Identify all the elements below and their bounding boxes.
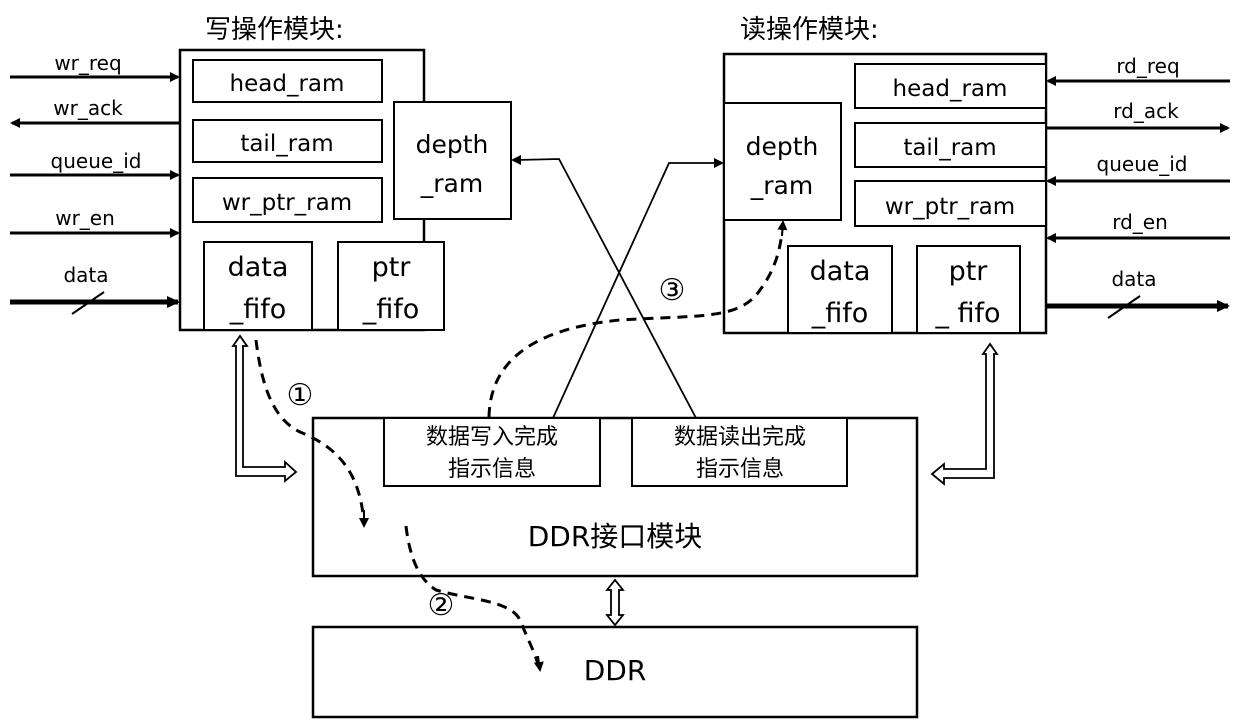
rd-queue-id-label: queue_id: [1097, 152, 1188, 176]
write-depth-ram-label-1: depth: [416, 130, 489, 159]
diagram-canvas: 写操作模块: head_ram tail_ram wr_ptr_ram dept…: [10, 15, 1230, 719]
wr-req-label: wr_req: [54, 51, 121, 75]
ddr-interface-ddr-hollow-arrow: [605, 578, 625, 627]
rd-ack-label: rd_ack: [1113, 99, 1179, 123]
step3-label: ③: [659, 273, 686, 308]
write-data-fifo-label-2: _fifo: [229, 294, 287, 325]
read-ptr-fifo-label-2: _ fifo: [934, 298, 1000, 329]
read-wr-ptr-ram-label: wr_ptr_ram: [885, 194, 1015, 220]
step1-label: ①: [287, 378, 314, 413]
write-ptr-fifo-label-1: ptr: [372, 252, 412, 283]
ddr-interface-title: DDR接口模块: [528, 520, 703, 553]
read-done-info-label-1: 数据读出完成: [674, 425, 806, 450]
rd-data-label: data: [1111, 267, 1156, 291]
write-done-info-label-1: 数据写入完成: [426, 425, 558, 450]
read-signals: rd_req rd_ack queue_id rd_en data: [1046, 54, 1230, 319]
write-depth-ram-block: [393, 101, 512, 220]
read-head-ram-label: head_ram: [893, 76, 1008, 102]
rd-en-label: rd_en: [1112, 210, 1168, 234]
write-head-ram-label: head_ram: [230, 71, 345, 97]
read-depth-ram-label-2: _ram: [750, 171, 813, 200]
read-module-title: 读操作模块:: [740, 15, 879, 45]
write-wr-ptr-ram-label: wr_ptr_ram: [222, 190, 352, 216]
read-depth-ram-block: [723, 102, 842, 221]
read-tail-ram-label: tail_ram: [903, 135, 996, 161]
read-data-fifo-label-1: data: [810, 256, 871, 287]
rd-req-label: rd_req: [1116, 54, 1179, 78]
step3-arrowhead: [777, 220, 788, 237]
write-module-title: 写操作模块:: [205, 15, 344, 45]
read-module-ddr-hollow-arrow: [930, 342, 999, 486]
read-depth-ram-label-1: depth: [746, 132, 819, 161]
read-done-info-label-2: 指示信息: [696, 457, 784, 482]
write-done-info-label-2: 指示信息: [448, 457, 536, 482]
wr-en-label: wr_en: [55, 206, 115, 230]
step2-label: ②: [428, 588, 455, 623]
write-depth-ram-label-2: _ram: [420, 169, 483, 198]
write-done-to-read-depth-line: [552, 162, 721, 419]
wr-data-label: data: [63, 263, 108, 287]
write-signals: wr_req wr_ack queue_id wr_en data: [10, 51, 180, 315]
wr-ack-label: wr_ack: [53, 96, 123, 120]
write-tail-ram-label: tail_ram: [240, 131, 333, 157]
read-data-fifo-label-2: _fifo: [811, 298, 869, 329]
write-ptr-fifo-label-2: _fifo: [362, 294, 420, 325]
ddr-title: DDR: [584, 654, 647, 687]
read-ptr-fifo-label-1: ptr: [949, 256, 989, 287]
wr-queue-id-label: queue_id: [51, 149, 142, 173]
write-data-fifo-label-1: data: [228, 252, 289, 283]
